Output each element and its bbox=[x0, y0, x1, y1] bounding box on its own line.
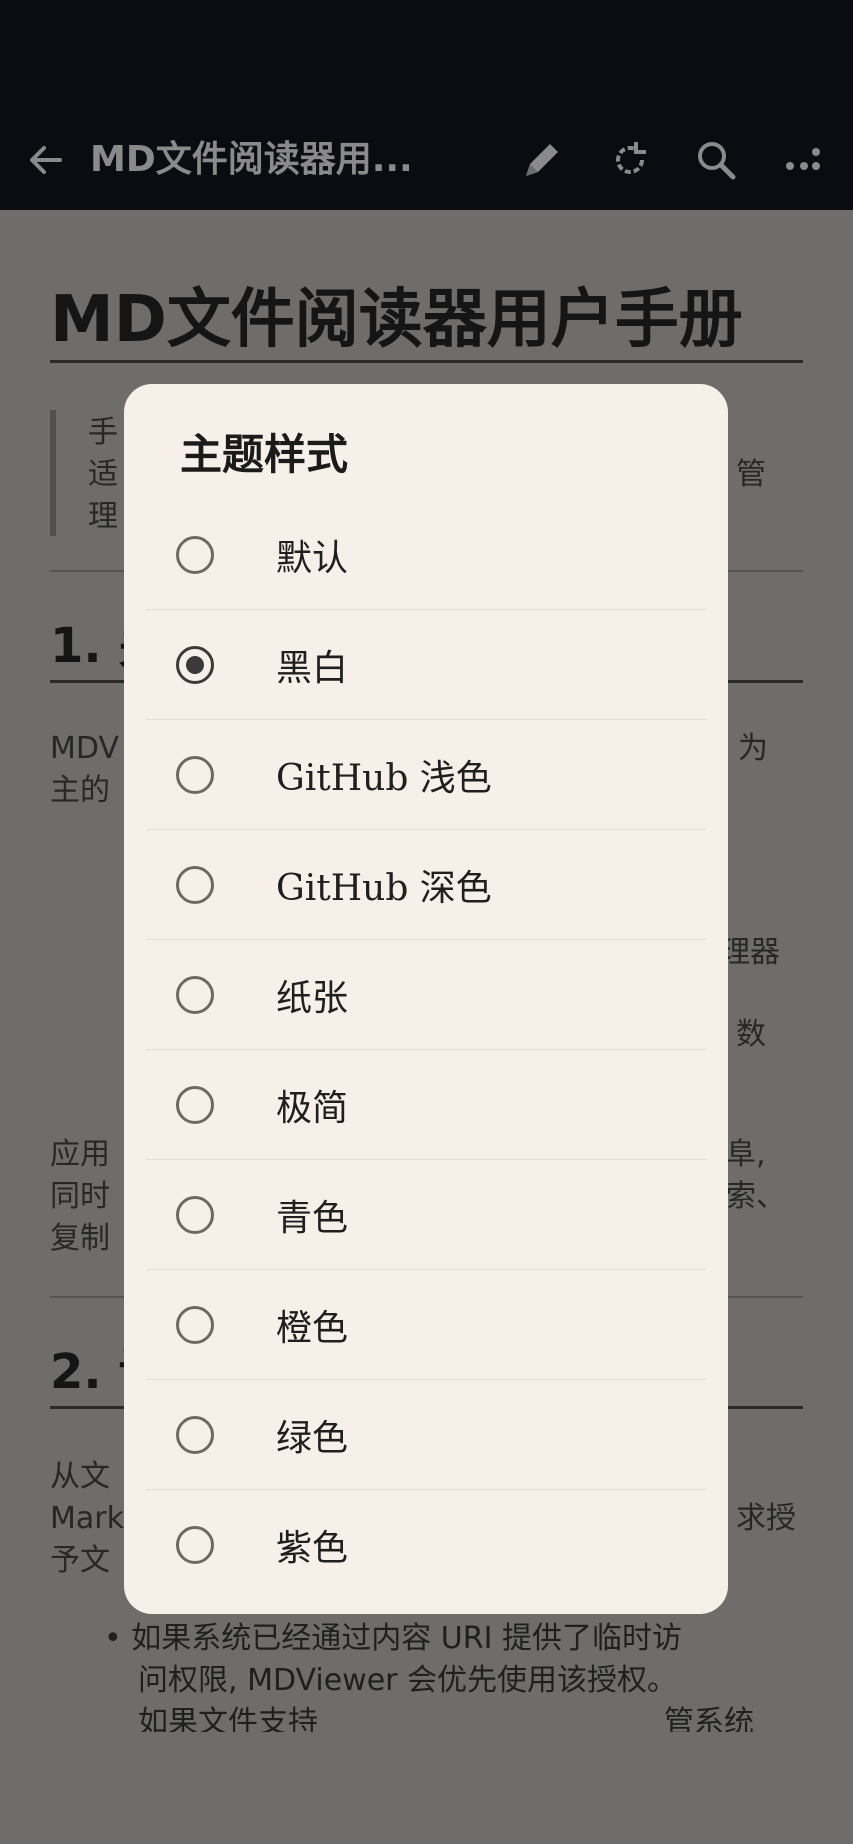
edit-pencil-icon[interactable] bbox=[514, 132, 570, 188]
radio-unchecked-icon[interactable] bbox=[176, 976, 214, 1014]
more-icon[interactable] bbox=[776, 132, 832, 188]
radio-checked-icon[interactable] bbox=[176, 646, 214, 684]
list-text: 如果文件支持 bbox=[138, 1705, 318, 1732]
list-text: 管系统 bbox=[664, 1705, 754, 1732]
theme-option[interactable]: GitHub 深色 bbox=[146, 830, 706, 940]
paragraph-text: 求授 bbox=[736, 1501, 796, 1536]
theme-option[interactable]: 极简 bbox=[146, 1050, 706, 1160]
status-bar bbox=[0, 0, 853, 110]
radio-unchecked-icon[interactable] bbox=[176, 536, 214, 574]
theme-option-label: GitHub 深色 bbox=[276, 868, 492, 909]
list-text: 数 bbox=[736, 1017, 766, 1052]
dialog-title: 主题样式 bbox=[180, 430, 349, 479]
list-item: 问权限, MDViewer 会优先使用该授权。 bbox=[138, 1663, 678, 1698]
theme-option-label: 绿色 bbox=[276, 1418, 349, 1459]
app-bar: MD文件阅读器用... bbox=[0, 110, 853, 210]
radio-unchecked-icon[interactable] bbox=[176, 1086, 214, 1124]
heading-rule bbox=[50, 360, 803, 363]
blockquote-bar bbox=[50, 410, 56, 536]
paragraph-text: 为 bbox=[738, 731, 768, 766]
radio-unchecked-icon[interactable] bbox=[176, 1196, 214, 1234]
theme-option[interactable]: 黑白 bbox=[146, 610, 706, 720]
app-title: MD文件阅读器用... bbox=[90, 139, 413, 180]
theme-option-label: 橙色 bbox=[276, 1308, 349, 1349]
paragraph-text: 予文 bbox=[50, 1543, 110, 1578]
refresh-icon[interactable] bbox=[602, 132, 658, 188]
paragraph-text: 索、 bbox=[726, 1179, 786, 1214]
radio-unchecked-icon[interactable] bbox=[176, 1306, 214, 1344]
document-heading: MD文件阅读器用户手册 bbox=[50, 283, 743, 357]
radio-unchecked-icon[interactable] bbox=[176, 1526, 214, 1564]
quote-line: 手 bbox=[88, 415, 118, 450]
quote-line: 管 bbox=[736, 457, 766, 492]
theme-option-label: 纸张 bbox=[276, 978, 349, 1019]
radio-unchecked-icon[interactable] bbox=[176, 1416, 214, 1454]
theme-option[interactable]: 青色 bbox=[146, 1160, 706, 1270]
back-arrow-icon[interactable] bbox=[18, 132, 74, 188]
theme-option[interactable]: 绿色 bbox=[146, 1380, 706, 1490]
paragraph-text: 阜, bbox=[726, 1137, 766, 1172]
paragraph-text: 同时 bbox=[50, 1179, 110, 1214]
list-item: 如果文件支持 管系统 bbox=[104, 1702, 824, 1732]
paragraph-text: 复制 bbox=[50, 1221, 110, 1256]
theme-option[interactable]: 紫色 bbox=[146, 1490, 706, 1600]
paragraph-text: 应用 bbox=[50, 1137, 110, 1172]
theme-option-label: 默认 bbox=[276, 538, 349, 579]
bullet-list: • 如果系统已经通过内容 URI 提供了临时访 问权限, MDViewer 会优… bbox=[104, 1618, 824, 1732]
theme-option-label: 青色 bbox=[276, 1198, 349, 1239]
theme-option-label: GitHub 浅色 bbox=[276, 758, 492, 799]
theme-option-label: 紫色 bbox=[276, 1528, 349, 1569]
quote-line: 适 bbox=[88, 457, 118, 492]
radio-unchecked-icon[interactable] bbox=[176, 756, 214, 794]
list-text: 理器 bbox=[720, 935, 780, 970]
paragraph-text: 主的 bbox=[50, 773, 110, 808]
theme-option[interactable]: GitHub 浅色 bbox=[146, 720, 706, 830]
radio-unchecked-icon[interactable] bbox=[176, 866, 214, 904]
paragraph-text: 从文 bbox=[50, 1459, 110, 1494]
quote-line: 理 bbox=[88, 499, 118, 534]
paragraph-text: Mark bbox=[50, 1501, 124, 1536]
theme-option[interactable]: 橙色 bbox=[146, 1270, 706, 1380]
theme-option[interactable]: 纸张 bbox=[146, 940, 706, 1050]
list-item: • 如果系统已经通过内容 URI 提供了临时访 bbox=[104, 1621, 682, 1656]
theme-option[interactable]: 默认 bbox=[146, 500, 706, 610]
theme-option-label: 黑白 bbox=[276, 648, 349, 689]
theme-option-label: 极简 bbox=[276, 1088, 349, 1129]
search-icon[interactable] bbox=[688, 132, 744, 188]
paragraph-text: MDV bbox=[50, 731, 119, 766]
theme-style-dialog: 主题样式 默认黑白 GitHub 浅色 GitHub 深色 纸张极简青色橙色绿色紫色 bbox=[124, 384, 728, 1614]
